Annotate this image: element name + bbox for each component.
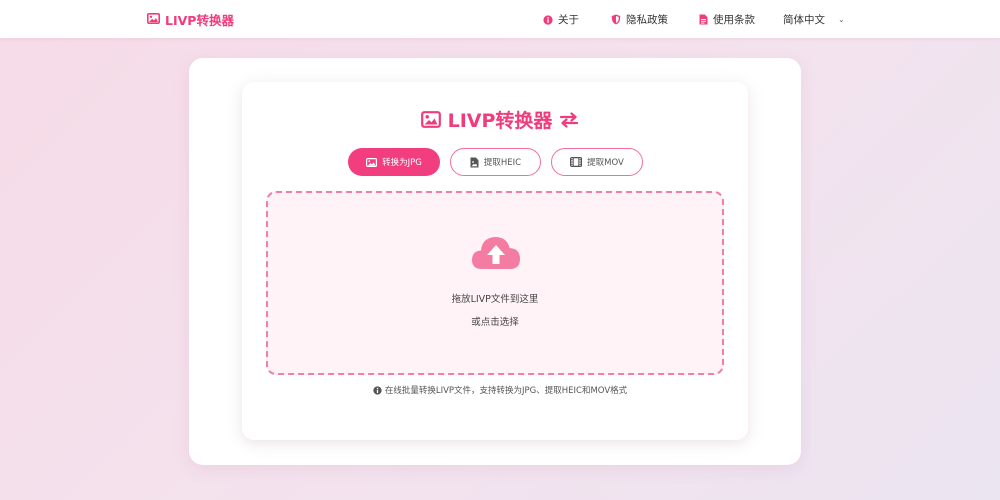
image-icon bbox=[366, 157, 378, 167]
tab-extract-heic-label: 提取HEIC bbox=[483, 158, 522, 168]
page-title-text: LIVP转换器 bbox=[447, 110, 553, 132]
brand-logo-link[interactable]: LIVP转换器 bbox=[147, 10, 234, 29]
nav-privacy-link[interactable]: 隐私政策 bbox=[611, 12, 668, 27]
info-circle-icon bbox=[543, 14, 553, 25]
language-label: 简体中文 bbox=[783, 14, 825, 26]
tab-convert-jpg-label: 转换为JPG bbox=[382, 158, 422, 168]
nav-about-label: 关于 bbox=[558, 14, 579, 26]
tab-extract-mov[interactable]: 提取MOV bbox=[551, 148, 643, 176]
nav-about-link[interactable]: 关于 bbox=[543, 12, 579, 27]
file-image-icon bbox=[470, 157, 479, 168]
chevron-down-icon: ⌄ bbox=[838, 15, 845, 24]
language-dropdown[interactable]: 简体中文 ⌄ bbox=[783, 12, 845, 27]
page-title: LIVP转换器 bbox=[0, 106, 1000, 133]
tab-extract-heic[interactable]: 提取HEIC bbox=[450, 148, 541, 176]
drop-zone-primary-text: 拖放LIVP文件到这里 bbox=[451, 294, 539, 305]
drop-zone-secondary-text: 或点击选择 bbox=[471, 317, 519, 328]
image-icon bbox=[420, 111, 441, 128]
nav-terms-link[interactable]: 使用条款 bbox=[699, 12, 755, 27]
nav-terms-label: 使用条款 bbox=[713, 14, 755, 26]
file-text-icon bbox=[699, 14, 708, 25]
info-note-text: 在线批量转换LIVP文件，支持转换为JPG、提取HEIC和MOV格式 bbox=[384, 386, 628, 396]
image-icon bbox=[147, 12, 160, 27]
top-navbar: LIVP转换器 关于 隐私政策 使用条款 简体中文 ⌄ bbox=[0, 0, 1000, 38]
info-note: 在线批量转换LIVP文件，支持转换为JPG、提取HEIC和MOV格式 bbox=[0, 384, 1000, 396]
tab-extract-mov-label: 提取MOV bbox=[587, 158, 624, 168]
exchange-icon bbox=[559, 111, 579, 128]
file-drop-zone[interactable]: 拖放LIVP文件到这里 或点击选择 bbox=[266, 191, 724, 375]
info-circle-icon bbox=[373, 385, 382, 395]
cloud-upload-icon bbox=[470, 233, 522, 277]
film-icon bbox=[570, 157, 583, 167]
nav-privacy-label: 隐私政策 bbox=[626, 14, 668, 26]
shield-icon bbox=[611, 14, 621, 25]
brand-name: LIVP转换器 bbox=[165, 13, 234, 28]
tab-convert-jpg[interactable]: 转换为JPG bbox=[348, 148, 440, 176]
